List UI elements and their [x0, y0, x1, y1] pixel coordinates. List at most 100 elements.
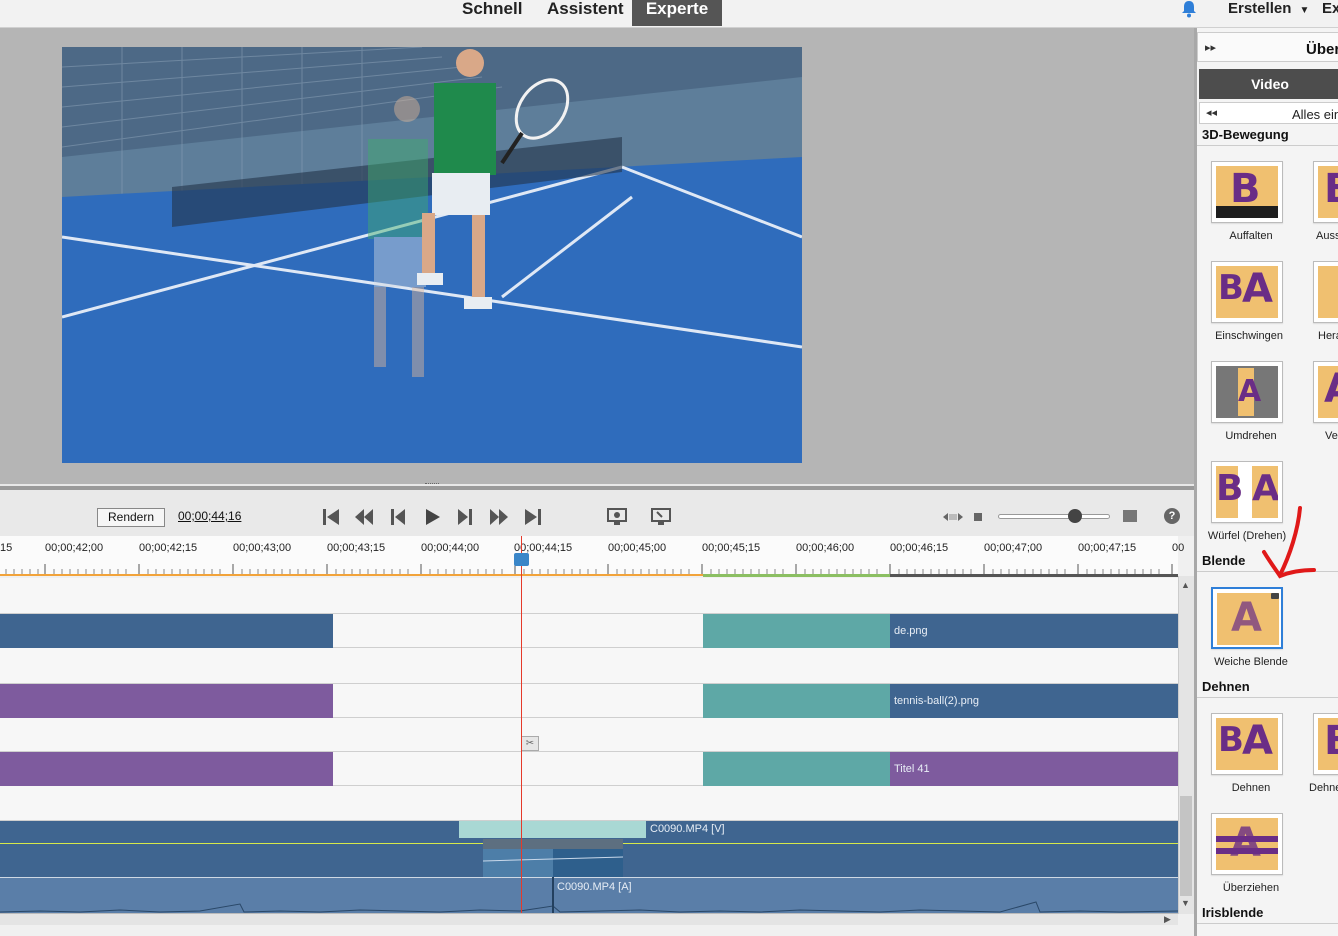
transition-preview: B	[1318, 166, 1338, 218]
scroll-up-icon[interactable]: ▲	[1181, 580, 1190, 590]
transition-thumb-umdrehen[interactable]: A	[1211, 361, 1283, 423]
timeline-clip[interactable]: de.png	[890, 614, 1178, 648]
ruler-label: 15	[0, 542, 13, 554]
zoom-in-icon[interactable]	[1123, 510, 1137, 522]
letter-b-icon: B	[1324, 718, 1338, 764]
tab-assistent[interactable]: Assistent	[547, 0, 624, 26]
playhead-line[interactable]	[521, 536, 522, 914]
transition-preview: A	[1216, 818, 1278, 870]
transition-thumb-auss[interactable]: B	[1313, 161, 1338, 223]
horizontal-scrollbar[interactable]: ▶	[0, 913, 1178, 925]
tab-schnell[interactable]: Schnell	[462, 0, 522, 26]
mode-bar: Schnell Assistent Experte Erstellen ▼ Ex	[0, 0, 1338, 28]
timeline-track[interactable]	[0, 578, 1178, 614]
bell-icon[interactable]	[1180, 0, 1198, 18]
timeline-track[interactable]: de.png	[0, 614, 1178, 648]
audio-waveform	[0, 901, 1178, 913]
transition-thumb-weiche-blende[interactable]: A	[1211, 587, 1283, 649]
rendered-range-bar	[703, 574, 890, 577]
ruler-label: 00;00;47;00	[984, 542, 1043, 554]
letter-a-icon: A	[1230, 820, 1261, 866]
timecode-display[interactable]: 00;00;44;16	[178, 509, 241, 523]
transition-thumb-ueberziehen[interactable]: A	[1211, 813, 1283, 875]
fit-timeline-icon[interactable]	[943, 510, 963, 524]
transition-preview	[1318, 266, 1338, 318]
timeline-track[interactable]: ✂	[0, 718, 1178, 752]
zoom-slider-handle[interactable]	[1068, 509, 1082, 523]
collapse-icon[interactable]: ◂◂	[1206, 106, 1217, 119]
scrollbar-thumb[interactable]	[1180, 796, 1192, 896]
tab-experte[interactable]: Experte	[632, 0, 722, 26]
transition-block[interactable]	[459, 821, 646, 838]
timeline-clip[interactable]: Titel 41	[890, 752, 1178, 786]
help-button[interactable]: ?	[1164, 508, 1180, 524]
transition-clip[interactable]	[703, 614, 890, 648]
timeline-track[interactable]	[0, 786, 1178, 821]
frame-forward-icon[interactable]	[454, 506, 476, 528]
export-menu[interactable]: Ex	[1322, 0, 1338, 17]
transition-preview: B A	[1216, 718, 1278, 770]
timeline-clip[interactable]	[0, 614, 333, 648]
transition-clip[interactable]	[703, 752, 890, 786]
letter-b-icon: B	[1218, 720, 1244, 760]
monitor-panel	[0, 28, 1194, 484]
monitor-settings-icon[interactable]	[606, 506, 628, 528]
audio-track[interactable]: C0090.MP4 [A]	[0, 877, 1178, 913]
transition-preview: B	[1216, 166, 1278, 218]
transition-label: Umdrehen	[1225, 430, 1277, 442]
zoom-slider[interactable]	[998, 514, 1110, 519]
transition-preview: A	[1216, 366, 1278, 418]
scroll-right-icon[interactable]: ▶	[1164, 914, 1171, 925]
go-to-start-icon[interactable]	[320, 506, 342, 528]
ruler-label: 00;00;42;15	[139, 542, 198, 554]
timeline-clip-label: C0090.MP4 [A]	[557, 881, 632, 893]
timeline-track[interactable]	[0, 648, 1178, 684]
playhead-handle[interactable]	[514, 553, 529, 566]
ruler-label: 00;00;45;15	[702, 542, 761, 554]
transition-label: Überziehen	[1222, 882, 1280, 894]
expand-panel-icon[interactable]: ▸▸	[1205, 41, 1216, 54]
video-track[interactable]: C0090.MP4 [V]	[0, 821, 1178, 877]
ruler-label: 00;00;42;00	[45, 542, 104, 554]
transition-clip[interactable]	[703, 684, 890, 718]
tab-video[interactable]: Video	[1199, 69, 1338, 99]
transition-preview: B	[1318, 718, 1338, 770]
timeline-track[interactable]: tennis-ball(2).png	[0, 684, 1178, 718]
timeline-track[interactable]: Titel 41	[0, 752, 1178, 786]
transition-label: Weiche Blende	[1214, 656, 1288, 668]
clip-edge-marker	[552, 877, 554, 913]
transition-label: Dehne	[1309, 782, 1338, 794]
filter-dropdown[interactable]: ◂◂ Alles ein	[1199, 102, 1338, 124]
timeline-clip[interactable]	[0, 684, 333, 718]
time-ruler[interactable]: 15 00;00;42;00 00;00;42;15 00;00;43;00 0…	[0, 536, 1184, 577]
transition-preview: A	[1217, 593, 1279, 645]
transition-thumb-einschwingen[interactable]: B A	[1211, 261, 1283, 323]
scroll-down-icon[interactable]: ▼	[1181, 898, 1190, 908]
fullscreen-icon[interactable]	[650, 506, 672, 528]
timeline-clip[interactable]	[0, 752, 333, 786]
transition-label: Auffalten	[1229, 230, 1273, 242]
scissors-icon: ✂	[521, 736, 539, 751]
timeline-clip[interactable]: tennis-ball(2).png	[890, 684, 1178, 718]
step-forward-icon[interactable]	[488, 506, 510, 528]
play-icon[interactable]	[421, 506, 443, 528]
step-back-icon[interactable]	[353, 506, 375, 528]
vertical-scrollbar[interactable]: ▲ ▼	[1178, 576, 1194, 914]
transition-thumb-ve[interactable]: A	[1313, 361, 1338, 423]
frame-back-icon[interactable]	[387, 506, 409, 528]
zoom-out-icon[interactable]	[974, 513, 982, 521]
transition-thumb-hera[interactable]	[1313, 261, 1338, 323]
create-menu[interactable]: Erstellen ▼	[1228, 0, 1309, 17]
video-preview	[62, 47, 802, 463]
transition-thumb-auffalten[interactable]: B	[1211, 161, 1283, 223]
go-to-end-icon[interactable]	[522, 506, 544, 528]
render-button[interactable]: Rendern	[97, 508, 165, 527]
category-heading: Blende	[1202, 553, 1246, 568]
letter-a-icon: A	[1231, 595, 1262, 641]
annotation-arrow	[1262, 506, 1316, 579]
panel-resize-grip[interactable]	[425, 483, 439, 485]
transition-thumb-dehnen[interactable]: B A	[1211, 713, 1283, 775]
ruler-label: 00;00;45;00	[608, 542, 667, 554]
transition-thumb-dehne[interactable]: B	[1313, 713, 1338, 775]
premiere-elements-window: Schnell Assistent Experte Erstellen ▼ Ex	[0, 0, 1338, 936]
